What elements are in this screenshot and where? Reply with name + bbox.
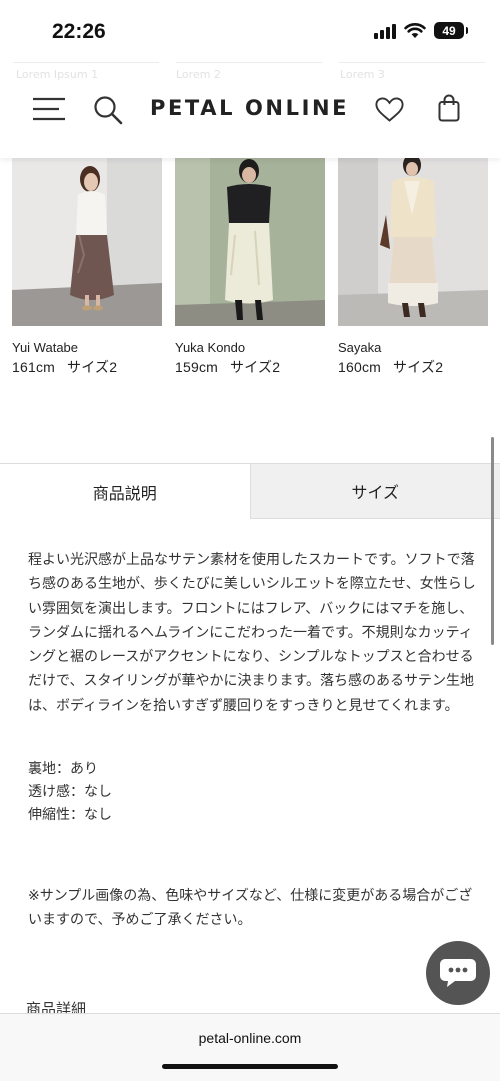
chat-button[interactable] [426, 941, 490, 1005]
model-list: Yui Watabe 161cm サイズ2 Yuka Kondo 159cm サイズ… [12, 155, 488, 377]
model-height: 160cm [338, 359, 381, 375]
cellular-signal-icon [374, 23, 396, 39]
status-icons: 49 [374, 22, 464, 39]
model-size: サイズ2 [230, 359, 280, 375]
model-name: Yuka Kondo [175, 340, 325, 355]
model-size: サイズ2 [393, 359, 443, 375]
divider [339, 62, 485, 63]
model-card[interactable]: Yuka Kondo 159cm サイズ2 [175, 155, 325, 377]
model-spec: 159cm サイズ2 [175, 357, 325, 377]
spec-stretch: 伸縮性：なし [28, 804, 112, 827]
browser-bottom-bar: petal-online.com [0, 1013, 500, 1081]
model-name: Yui Watabe [12, 340, 162, 355]
model-name: Sayaka [338, 340, 488, 355]
model-photo[interactable] [175, 155, 325, 326]
model-photo[interactable] [12, 155, 162, 326]
chat-icon [439, 957, 477, 989]
wifi-icon [404, 22, 426, 39]
model-spec: 160cm サイズ2 [338, 357, 488, 377]
product-tabs: 商品説明 サイズ [0, 463, 500, 519]
spec-lining: 裏地：あり [28, 758, 112, 781]
spec-sheerness: 透け感：なし [28, 781, 112, 804]
address-bar-url[interactable]: petal-online.com [0, 1030, 500, 1046]
faded-text: Lorem Ipsum 1 [16, 68, 98, 81]
faded-text: Lorem 2 [176, 68, 221, 81]
faded-text: Lorem 3 [340, 68, 385, 81]
menu-icon[interactable] [32, 97, 66, 121]
site-header: Lorem Ipsum 1 Lorem 2 Lorem 3 PETAL ONLI… [0, 60, 500, 158]
tab-size[interactable]: サイズ [251, 463, 500, 519]
bag-icon[interactable] [438, 94, 460, 122]
status-time: 22:26 [52, 20, 106, 44]
tab-description[interactable]: 商品説明 [0, 463, 251, 519]
product-description: 程よい光沢感が上品なサテン素材を使用したスカートです。ソフトで落ち感のある生地が… [28, 548, 476, 718]
model-spec: 161cm サイズ2 [12, 357, 162, 377]
divider [176, 62, 322, 63]
scrollbar[interactable] [491, 437, 494, 645]
status-bar: 22:26 49 [0, 0, 500, 60]
model-size: サイズ2 [67, 359, 117, 375]
sample-note: ※サンプル画像の為、色味やサイズなど、仕様に変更がある場合がございますので、予め… [28, 884, 478, 932]
model-photo[interactable] [338, 155, 488, 326]
model-height: 159cm [175, 359, 218, 375]
product-specs: 裏地：あり 透け感：なし 伸縮性：なし [28, 758, 112, 827]
heart-icon[interactable] [375, 97, 404, 122]
site-logo[interactable]: PETAL ONLINE [150, 96, 349, 120]
model-height: 161cm [12, 359, 55, 375]
search-icon[interactable] [93, 95, 123, 125]
model-card[interactable]: Yui Watabe 161cm サイズ2 [12, 155, 162, 377]
divider [13, 62, 159, 63]
home-indicator[interactable] [162, 1064, 338, 1069]
battery-icon: 49 [434, 22, 464, 39]
model-card[interactable]: Sayaka 160cm サイズ2 [338, 155, 488, 377]
